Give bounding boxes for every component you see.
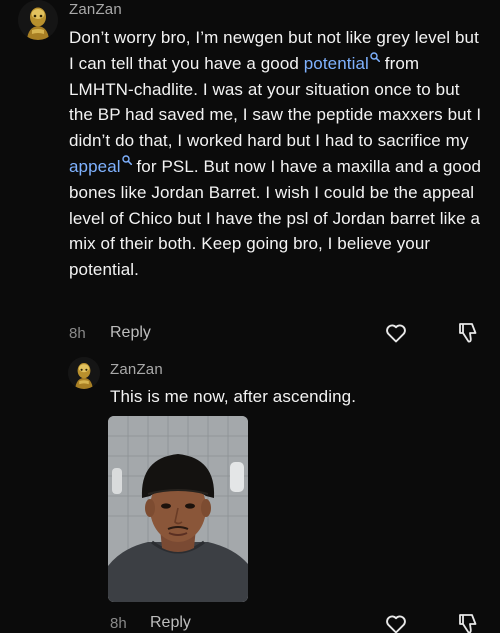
avatar[interactable] bbox=[18, 0, 58, 40]
comment-body: Don’t worry bro, I’m newgen but not like… bbox=[69, 25, 485, 283]
reply-timestamp: 8h bbox=[110, 615, 127, 632]
search-link-potential[interactable]: potential bbox=[304, 52, 380, 73]
magnifier-icon bbox=[370, 52, 380, 63]
heart-outline-icon[interactable] bbox=[384, 612, 408, 633]
reply-body: This is me now, after ascending. bbox=[110, 387, 357, 406]
thumbs-down-outline-icon[interactable] bbox=[456, 612, 480, 633]
avatar[interactable] bbox=[68, 357, 100, 389]
thumbs-down-outline-icon[interactable] bbox=[456, 321, 480, 345]
reply-username[interactable]: ZanZan bbox=[110, 361, 163, 378]
reply-photo[interactable] bbox=[108, 416, 248, 602]
magnifier-icon bbox=[121, 155, 132, 166]
comments-page: ZanZan Don’t worry bro, I’m newgen but n… bbox=[0, 0, 500, 633]
search-link-appeal[interactable]: appeal bbox=[69, 155, 132, 176]
comment-timestamp: 8h bbox=[69, 325, 86, 342]
comment-username[interactable]: ZanZan bbox=[69, 1, 122, 18]
comment-text-part: for PSL. But now I have a maxilla and a … bbox=[69, 156, 482, 280]
reply-button[interactable]: Reply bbox=[110, 324, 151, 342]
heart-outline-icon[interactable] bbox=[384, 321, 408, 345]
search-link-label[interactable]: potential bbox=[304, 54, 369, 73]
search-link-label[interactable]: appeal bbox=[69, 157, 121, 176]
reply-reply-button[interactable]: Reply bbox=[150, 614, 191, 632]
